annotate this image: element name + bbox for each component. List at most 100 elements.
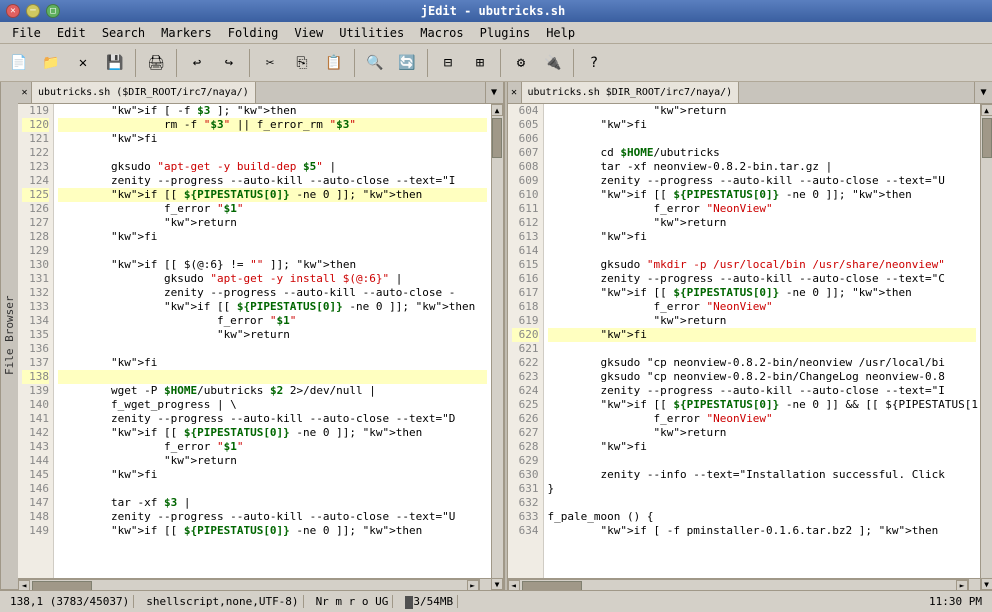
line-number: 623 bbox=[512, 370, 539, 384]
toolbar-btn-split-h[interactable]: ⊟ bbox=[433, 49, 463, 77]
pane-2-line-numbers: 6046056066076086096106116126136146156166… bbox=[508, 104, 544, 578]
code-line: f_error "NeonView" bbox=[548, 412, 977, 426]
toolbar-btn-close[interactable]: ✕ bbox=[68, 49, 98, 77]
pane-2-vscroll[interactable]: ▲ ▼ bbox=[980, 104, 992, 590]
toolbar-btn-split-v[interactable]: ⊞ bbox=[465, 49, 495, 77]
menu-item-file[interactable]: File bbox=[4, 24, 49, 42]
toolbar-btn-print[interactable]: 🖨 bbox=[141, 49, 171, 77]
line-number: 143 bbox=[22, 440, 49, 454]
pane-1-line-numbers: 1191201211221231241251261271281291301311… bbox=[18, 104, 54, 578]
pane-2-tab[interactable]: ubutricks.sh $DIR_ROOT/irc7/naya/) bbox=[522, 82, 740, 103]
code-line: "kw">fi bbox=[58, 230, 487, 244]
toolbar-separator bbox=[354, 49, 355, 77]
code-line: "kw">fi bbox=[58, 468, 487, 482]
menu-item-utilities[interactable]: Utilities bbox=[331, 24, 412, 42]
line-number: 624 bbox=[512, 384, 539, 398]
toolbar-btn-undo[interactable]: ↩ bbox=[182, 49, 212, 77]
title-bar: ✕ ─ □ jEdit - ubutricks.sh bbox=[0, 0, 992, 22]
pane-2-hscroll[interactable]: ◄ ► bbox=[508, 579, 969, 590]
pane-2-code[interactable]: "kw">return "kw">fi cd $HOME/ubutricks t… bbox=[544, 104, 981, 578]
menu-item-macros[interactable]: Macros bbox=[412, 24, 471, 42]
pane-1-bottom: ◄ ► bbox=[18, 578, 491, 590]
pane-2-vscroll-down[interactable]: ▼ bbox=[981, 578, 992, 590]
menu-item-folding[interactable]: Folding bbox=[220, 24, 287, 42]
menu-item-plugins[interactable]: Plugins bbox=[472, 24, 539, 42]
pane-1-hscroll[interactable]: ◄ ► bbox=[18, 579, 479, 590]
line-number: 134 bbox=[22, 314, 49, 328]
toolbar-btn-replace[interactable]: 🔄 bbox=[392, 49, 422, 77]
pane-2-hscroll-left[interactable]: ◄ bbox=[508, 580, 520, 591]
line-number: 120 bbox=[22, 118, 49, 132]
code-line: gksudo "apt-get -y install $(@:6}" | bbox=[58, 272, 487, 286]
pane-1-vscroll-up[interactable]: ▲ bbox=[491, 104, 503, 116]
menu-item-help[interactable]: Help bbox=[538, 24, 583, 42]
pane-1-hscroll-left[interactable]: ◄ bbox=[18, 580, 30, 591]
menu-item-view[interactable]: View bbox=[286, 24, 331, 42]
line-number: 634 bbox=[512, 524, 539, 538]
pane-2-close[interactable]: ✕ bbox=[508, 82, 522, 103]
line-number: 620 bbox=[512, 328, 539, 342]
menu-bar: FileEditSearchMarkersFoldingViewUtilitie… bbox=[0, 22, 992, 44]
code-line: "kw">return bbox=[548, 314, 977, 328]
toolbar-btn-save[interactable]: 💾 bbox=[100, 49, 130, 77]
pane-1-code[interactable]: "kw">if [ -f $3 ]; "kw">then rm -f "$3" … bbox=[54, 104, 491, 578]
code-line bbox=[58, 146, 487, 160]
pane-2-hthumb[interactable] bbox=[522, 581, 582, 591]
pane-2-vscroll-up[interactable]: ▲ bbox=[981, 104, 992, 116]
file-browser-tab[interactable]: File Browser bbox=[0, 82, 18, 590]
toolbar-btn-settings[interactable]: ⚙ bbox=[506, 49, 536, 77]
minimize-button[interactable]: ─ bbox=[26, 4, 40, 18]
code-line: "kw">if [[ ${PIPESTATUS[0]} -ne 0 ]] && … bbox=[548, 398, 977, 412]
code-line: f_error "$1" bbox=[58, 202, 487, 216]
line-number: 606 bbox=[512, 132, 539, 146]
code-line bbox=[548, 454, 977, 468]
line-number: 147 bbox=[22, 496, 49, 510]
pane-1-hscroll-right[interactable]: ► bbox=[467, 580, 479, 591]
line-number: 616 bbox=[512, 272, 539, 286]
toolbar-btn-open[interactable]: 📁 bbox=[36, 49, 66, 77]
line-number: 618 bbox=[512, 300, 539, 314]
line-number: 128 bbox=[22, 230, 49, 244]
line-number: 607 bbox=[512, 146, 539, 160]
pane-1-vscroll-down[interactable]: ▼ bbox=[491, 578, 503, 590]
code-line: gksudo "apt-get -y build-dep $5" | bbox=[58, 160, 487, 174]
line-number: 628 bbox=[512, 440, 539, 454]
line-number: 129 bbox=[22, 244, 49, 258]
line-number: 612 bbox=[512, 216, 539, 230]
code-line: zenity --info --text="Installation succe… bbox=[548, 468, 977, 482]
toolbar-btn-help[interactable]: ? bbox=[579, 49, 609, 77]
pane-2-dropdown[interactable]: ▼ bbox=[974, 82, 992, 103]
pane-2-vthumb[interactable] bbox=[982, 118, 992, 158]
menu-item-edit[interactable]: Edit bbox=[49, 24, 94, 42]
pane-2-hscroll-right[interactable]: ► bbox=[956, 580, 968, 591]
code-line: "kw">if [ -f pminstaller-0.1.6.tar.bz2 ]… bbox=[548, 524, 977, 538]
pane-1-vscroll[interactable]: ▲ ▼ bbox=[491, 104, 503, 590]
toolbar-btn-paste[interactable]: 📋 bbox=[319, 49, 349, 77]
menu-item-markers[interactable]: Markers bbox=[153, 24, 220, 42]
toolbar-btn-new[interactable]: 📄 bbox=[4, 49, 34, 77]
close-button[interactable]: ✕ bbox=[6, 4, 20, 18]
line-number: 629 bbox=[512, 454, 539, 468]
toolbar-btn-copy[interactable]: ⎘ bbox=[287, 49, 317, 77]
pane-1-tab[interactable]: ubutricks.sh ($DIR_ROOT/irc7/naya/) bbox=[32, 82, 256, 103]
toolbar-btn-search[interactable]: 🔍 bbox=[360, 49, 390, 77]
pane-1-htrack bbox=[30, 581, 467, 591]
pane-1-dropdown[interactable]: ▼ bbox=[485, 82, 503, 103]
pane-1-close[interactable]: ✕ bbox=[18, 82, 32, 103]
memory-indicator: 3/54MB bbox=[401, 595, 458, 608]
code-line: "kw">return bbox=[548, 104, 977, 118]
maximize-button[interactable]: □ bbox=[46, 4, 60, 18]
code-line: rm -f "$3" || f_error_rm "$3" bbox=[58, 118, 487, 132]
pane-1-vthumb[interactable] bbox=[492, 118, 502, 158]
toolbar-btn-cut[interactable]: ✂ bbox=[255, 49, 285, 77]
line-number: 124 bbox=[22, 174, 49, 188]
line-number: 631 bbox=[512, 482, 539, 496]
toolbar-btn-redo[interactable]: ↪ bbox=[214, 49, 244, 77]
line-number: 131 bbox=[22, 272, 49, 286]
toolbar-separator bbox=[135, 49, 136, 77]
toolbar-btn-plugin-mgr[interactable]: 🔌 bbox=[538, 49, 568, 77]
pane-1-hthumb[interactable] bbox=[32, 581, 92, 591]
line-number: 130 bbox=[22, 258, 49, 272]
menu-item-search[interactable]: Search bbox=[94, 24, 153, 42]
line-number: 633 bbox=[512, 510, 539, 524]
